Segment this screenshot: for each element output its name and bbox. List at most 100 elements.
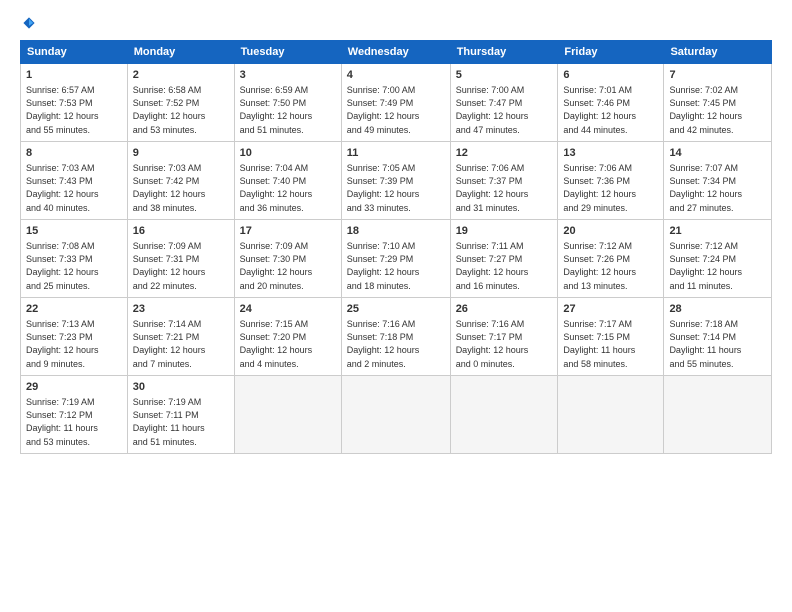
day-number: 25 xyxy=(347,302,445,317)
day-info: Sunrise: 7:19 AM Sunset: 7:11 PM Dayligh… xyxy=(133,396,229,448)
day-info: Sunrise: 7:12 AM Sunset: 7:26 PM Dayligh… xyxy=(563,240,658,292)
calendar-header-wednesday: Wednesday xyxy=(341,41,450,64)
calendar-week-4: 22Sunrise: 7:13 AM Sunset: 7:23 PM Dayli… xyxy=(21,298,772,376)
logo-icon xyxy=(22,16,36,30)
day-number: 23 xyxy=(133,302,229,317)
calendar-cell: 7Sunrise: 7:02 AM Sunset: 7:45 PM Daylig… xyxy=(664,64,772,142)
calendar-table: SundayMondayTuesdayWednesdayThursdayFrid… xyxy=(20,40,772,454)
calendar-week-5: 29Sunrise: 7:19 AM Sunset: 7:12 PM Dayli… xyxy=(21,376,772,454)
day-number: 30 xyxy=(133,380,229,395)
calendar-cell xyxy=(664,376,772,454)
calendar-cell: 30Sunrise: 7:19 AM Sunset: 7:11 PM Dayli… xyxy=(127,376,234,454)
calendar-cell: 11Sunrise: 7:05 AM Sunset: 7:39 PM Dayli… xyxy=(341,142,450,220)
calendar-cell: 28Sunrise: 7:18 AM Sunset: 7:14 PM Dayli… xyxy=(664,298,772,376)
calendar-cell xyxy=(558,376,664,454)
day-info: Sunrise: 7:10 AM Sunset: 7:29 PM Dayligh… xyxy=(347,240,445,292)
calendar-week-2: 8Sunrise: 7:03 AM Sunset: 7:43 PM Daylig… xyxy=(21,142,772,220)
calendar-cell: 27Sunrise: 7:17 AM Sunset: 7:15 PM Dayli… xyxy=(558,298,664,376)
day-number: 7 xyxy=(669,68,766,83)
day-info: Sunrise: 7:04 AM Sunset: 7:40 PM Dayligh… xyxy=(240,162,336,214)
calendar-cell: 16Sunrise: 7:09 AM Sunset: 7:31 PM Dayli… xyxy=(127,220,234,298)
day-info: Sunrise: 7:07 AM Sunset: 7:34 PM Dayligh… xyxy=(669,162,766,214)
day-number: 27 xyxy=(563,302,658,317)
calendar-header-row: SundayMondayTuesdayWednesdayThursdayFrid… xyxy=(21,41,772,64)
day-number: 9 xyxy=(133,146,229,161)
day-info: Sunrise: 7:02 AM Sunset: 7:45 PM Dayligh… xyxy=(669,84,766,136)
header xyxy=(20,16,772,30)
calendar-cell: 4Sunrise: 7:00 AM Sunset: 7:49 PM Daylig… xyxy=(341,64,450,142)
day-number: 26 xyxy=(456,302,553,317)
day-number: 29 xyxy=(26,380,122,395)
day-number: 4 xyxy=(347,68,445,83)
calendar-cell: 24Sunrise: 7:15 AM Sunset: 7:20 PM Dayli… xyxy=(234,298,341,376)
day-number: 14 xyxy=(669,146,766,161)
day-info: Sunrise: 7:08 AM Sunset: 7:33 PM Dayligh… xyxy=(26,240,122,292)
calendar-week-1: 1Sunrise: 6:57 AM Sunset: 7:53 PM Daylig… xyxy=(21,64,772,142)
day-number: 13 xyxy=(563,146,658,161)
calendar-header-saturday: Saturday xyxy=(664,41,772,64)
day-info: Sunrise: 7:14 AM Sunset: 7:21 PM Dayligh… xyxy=(133,318,229,370)
day-info: Sunrise: 7:15 AM Sunset: 7:20 PM Dayligh… xyxy=(240,318,336,370)
calendar-cell: 29Sunrise: 7:19 AM Sunset: 7:12 PM Dayli… xyxy=(21,376,128,454)
calendar-header-sunday: Sunday xyxy=(21,41,128,64)
calendar-header-thursday: Thursday xyxy=(450,41,558,64)
calendar-header-friday: Friday xyxy=(558,41,664,64)
day-number: 21 xyxy=(669,224,766,239)
day-info: Sunrise: 6:58 AM Sunset: 7:52 PM Dayligh… xyxy=(133,84,229,136)
day-info: Sunrise: 7:00 AM Sunset: 7:49 PM Dayligh… xyxy=(347,84,445,136)
calendar-week-3: 15Sunrise: 7:08 AM Sunset: 7:33 PM Dayli… xyxy=(21,220,772,298)
day-number: 10 xyxy=(240,146,336,161)
calendar-cell: 19Sunrise: 7:11 AM Sunset: 7:27 PM Dayli… xyxy=(450,220,558,298)
day-number: 5 xyxy=(456,68,553,83)
day-info: Sunrise: 7:06 AM Sunset: 7:37 PM Dayligh… xyxy=(456,162,553,214)
day-number: 6 xyxy=(563,68,658,83)
day-info: Sunrise: 7:06 AM Sunset: 7:36 PM Dayligh… xyxy=(563,162,658,214)
day-info: Sunrise: 7:16 AM Sunset: 7:18 PM Dayligh… xyxy=(347,318,445,370)
calendar-cell: 25Sunrise: 7:16 AM Sunset: 7:18 PM Dayli… xyxy=(341,298,450,376)
day-info: Sunrise: 7:11 AM Sunset: 7:27 PM Dayligh… xyxy=(456,240,553,292)
day-info: Sunrise: 7:05 AM Sunset: 7:39 PM Dayligh… xyxy=(347,162,445,214)
day-info: Sunrise: 7:00 AM Sunset: 7:47 PM Dayligh… xyxy=(456,84,553,136)
day-number: 3 xyxy=(240,68,336,83)
day-info: Sunrise: 7:12 AM Sunset: 7:24 PM Dayligh… xyxy=(669,240,766,292)
day-number: 1 xyxy=(26,68,122,83)
day-info: Sunrise: 6:57 AM Sunset: 7:53 PM Dayligh… xyxy=(26,84,122,136)
calendar-cell xyxy=(234,376,341,454)
calendar-cell: 5Sunrise: 7:00 AM Sunset: 7:47 PM Daylig… xyxy=(450,64,558,142)
day-info: Sunrise: 6:59 AM Sunset: 7:50 PM Dayligh… xyxy=(240,84,336,136)
calendar-cell: 2Sunrise: 6:58 AM Sunset: 7:52 PM Daylig… xyxy=(127,64,234,142)
day-number: 19 xyxy=(456,224,553,239)
calendar-header-monday: Monday xyxy=(127,41,234,64)
day-number: 8 xyxy=(26,146,122,161)
calendar-cell xyxy=(341,376,450,454)
calendar-cell xyxy=(450,376,558,454)
calendar-cell: 26Sunrise: 7:16 AM Sunset: 7:17 PM Dayli… xyxy=(450,298,558,376)
logo xyxy=(20,16,36,30)
calendar-cell: 22Sunrise: 7:13 AM Sunset: 7:23 PM Dayli… xyxy=(21,298,128,376)
day-number: 24 xyxy=(240,302,336,317)
day-number: 11 xyxy=(347,146,445,161)
day-number: 12 xyxy=(456,146,553,161)
day-number: 22 xyxy=(26,302,122,317)
day-info: Sunrise: 7:19 AM Sunset: 7:12 PM Dayligh… xyxy=(26,396,122,448)
calendar-cell: 15Sunrise: 7:08 AM Sunset: 7:33 PM Dayli… xyxy=(21,220,128,298)
day-number: 17 xyxy=(240,224,336,239)
day-number: 28 xyxy=(669,302,766,317)
calendar-cell: 14Sunrise: 7:07 AM Sunset: 7:34 PM Dayli… xyxy=(664,142,772,220)
day-number: 15 xyxy=(26,224,122,239)
day-number: 16 xyxy=(133,224,229,239)
calendar-cell: 10Sunrise: 7:04 AM Sunset: 7:40 PM Dayli… xyxy=(234,142,341,220)
calendar-cell: 13Sunrise: 7:06 AM Sunset: 7:36 PM Dayli… xyxy=(558,142,664,220)
page: SundayMondayTuesdayWednesdayThursdayFrid… xyxy=(0,0,792,612)
day-number: 2 xyxy=(133,68,229,83)
calendar-cell: 9Sunrise: 7:03 AM Sunset: 7:42 PM Daylig… xyxy=(127,142,234,220)
day-info: Sunrise: 7:03 AM Sunset: 7:42 PM Dayligh… xyxy=(133,162,229,214)
calendar-cell: 17Sunrise: 7:09 AM Sunset: 7:30 PM Dayli… xyxy=(234,220,341,298)
calendar-cell: 20Sunrise: 7:12 AM Sunset: 7:26 PM Dayli… xyxy=(558,220,664,298)
day-info: Sunrise: 7:09 AM Sunset: 7:31 PM Dayligh… xyxy=(133,240,229,292)
calendar-header-tuesday: Tuesday xyxy=(234,41,341,64)
calendar-cell: 18Sunrise: 7:10 AM Sunset: 7:29 PM Dayli… xyxy=(341,220,450,298)
day-info: Sunrise: 7:13 AM Sunset: 7:23 PM Dayligh… xyxy=(26,318,122,370)
day-number: 18 xyxy=(347,224,445,239)
day-number: 20 xyxy=(563,224,658,239)
